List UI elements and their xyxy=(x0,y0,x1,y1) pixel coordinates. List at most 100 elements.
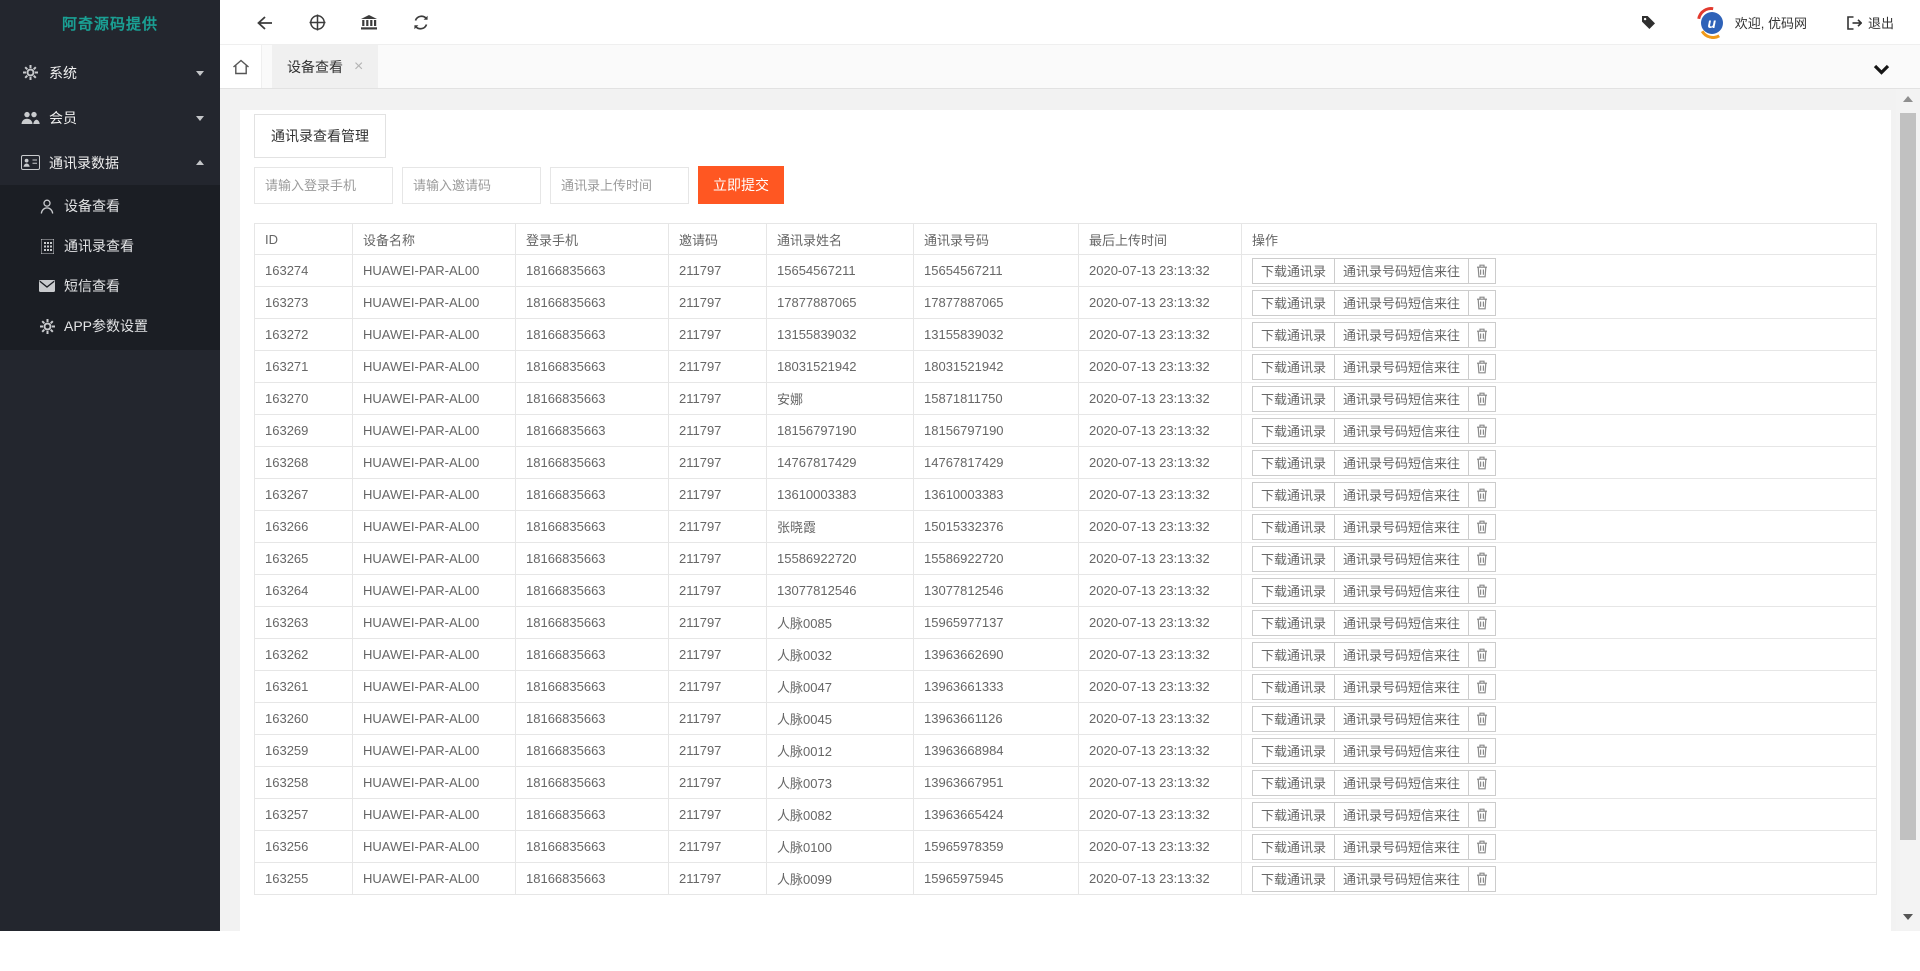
delete-row-button[interactable] xyxy=(1468,546,1496,572)
sms-history-button[interactable]: 通讯录号码短信来往 xyxy=(1334,802,1469,828)
tag-icon[interactable] xyxy=(1641,15,1656,30)
sms-history-button[interactable]: 通讯录号码短信来往 xyxy=(1334,578,1469,604)
logout-button[interactable]: 退出 xyxy=(1847,13,1894,32)
delete-row-button[interactable] xyxy=(1468,450,1496,476)
close-icon[interactable]: × xyxy=(354,59,363,75)
invite-code-input[interactable] xyxy=(402,167,541,204)
download-contacts-button[interactable]: 下载通讯录 xyxy=(1252,418,1335,444)
sidebar-item-device-view[interactable]: 设备查看 xyxy=(0,186,220,226)
sms-history-button[interactable]: 通讯录号码短信来往 xyxy=(1334,290,1469,316)
sms-history-button[interactable]: 通讯录号码短信来往 xyxy=(1334,738,1469,764)
download-contacts-button[interactable]: 下载通讯录 xyxy=(1252,514,1335,540)
scroll-up-arrow[interactable] xyxy=(1896,89,1920,109)
delete-row-button[interactable] xyxy=(1468,418,1496,444)
column-header: ID xyxy=(255,224,353,255)
delete-row-button[interactable] xyxy=(1468,610,1496,636)
download-contacts-button[interactable]: 下载通讯录 xyxy=(1252,450,1335,476)
bank-icon[interactable] xyxy=(343,0,395,45)
sidebar-item-contacts-view[interactable]: 通讯录查看 xyxy=(0,226,220,266)
cell-actions: 下载通讯录 通讯录号码短信来往 xyxy=(1242,735,1877,767)
download-contacts-button[interactable]: 下载通讯录 xyxy=(1252,706,1335,732)
delete-row-button[interactable] xyxy=(1468,834,1496,860)
download-contacts-button[interactable]: 下载通讯录 xyxy=(1252,482,1335,508)
download-contacts-button[interactable]: 下载通讯录 xyxy=(1252,770,1335,796)
cell-contact-number: 18156797190 xyxy=(914,415,1079,447)
sidebar-item-members[interactable]: 会员 xyxy=(0,95,220,140)
delete-row-button[interactable] xyxy=(1468,706,1496,732)
delete-row-button[interactable] xyxy=(1468,354,1496,380)
cell-invite-code: 211797 xyxy=(669,671,767,703)
tab-list-chevron-down-icon[interactable] xyxy=(1873,62,1890,80)
refresh-icon[interactable] xyxy=(395,0,447,45)
download-contacts-button[interactable]: 下载通讯录 xyxy=(1252,258,1335,284)
sms-history-button[interactable]: 通讯录号码短信来往 xyxy=(1334,418,1469,444)
download-contacts-button[interactable]: 下载通讯录 xyxy=(1252,642,1335,668)
sidebar-item-app-settings[interactable]: APP参数设置 xyxy=(0,306,220,346)
table-row: 163257 HUAWEI-PAR-AL00 18166835663 21179… xyxy=(255,799,1877,831)
submit-button[interactable]: 立即提交 xyxy=(698,166,784,204)
delete-row-button[interactable] xyxy=(1468,770,1496,796)
sms-history-button[interactable]: 通讯录号码短信来往 xyxy=(1334,834,1469,860)
download-contacts-button[interactable]: 下载通讯录 xyxy=(1252,322,1335,348)
cell-device-name: HUAWEI-PAR-AL00 xyxy=(353,287,516,319)
cell-invite-code: 211797 xyxy=(669,575,767,607)
delete-row-button[interactable] xyxy=(1468,578,1496,604)
delete-row-button[interactable] xyxy=(1468,290,1496,316)
delete-row-button[interactable] xyxy=(1468,258,1496,284)
delete-row-button[interactable] xyxy=(1468,482,1496,508)
back-icon[interactable] xyxy=(239,0,291,45)
cell-login-phone: 18166835663 xyxy=(516,671,669,703)
cell-id: 163270 xyxy=(255,383,353,415)
download-contacts-button[interactable]: 下载通讯录 xyxy=(1252,834,1335,860)
upload-time-input[interactable] xyxy=(550,167,689,204)
sidebar-item-contacts-data[interactable]: 通讯录数据 xyxy=(0,140,220,185)
sms-history-button[interactable]: 通讯录号码短信来往 xyxy=(1334,642,1469,668)
sms-history-button[interactable]: 通讯录号码短信来往 xyxy=(1334,866,1469,892)
download-contacts-button[interactable]: 下载通讯录 xyxy=(1252,354,1335,380)
sms-history-button[interactable]: 通讯录号码短信来往 xyxy=(1334,322,1469,348)
download-contacts-button[interactable]: 下载通讯录 xyxy=(1252,738,1335,764)
delete-row-button[interactable] xyxy=(1468,866,1496,892)
sms-history-button[interactable]: 通讯录号码短信来往 xyxy=(1334,482,1469,508)
sms-history-button[interactable]: 通讯录号码短信来往 xyxy=(1334,674,1469,700)
sms-history-button[interactable]: 通讯录号码短信来往 xyxy=(1334,546,1469,572)
login-phone-input[interactable] xyxy=(254,167,393,204)
sms-history-button[interactable]: 通讯录号码短信来往 xyxy=(1334,610,1469,636)
cell-device-name: HUAWEI-PAR-AL00 xyxy=(353,863,516,895)
tab-device-view[interactable]: 设备查看 × xyxy=(272,45,378,88)
download-contacts-button[interactable]: 下载通讯录 xyxy=(1252,386,1335,412)
globe-icon[interactable] xyxy=(291,0,343,45)
table-row: 163259 HUAWEI-PAR-AL00 18166835663 21179… xyxy=(255,735,1877,767)
download-contacts-button[interactable]: 下载通讯录 xyxy=(1252,674,1335,700)
download-contacts-button[interactable]: 下载通讯录 xyxy=(1252,610,1335,636)
delete-row-button[interactable] xyxy=(1468,386,1496,412)
delete-row-button[interactable] xyxy=(1468,514,1496,540)
sms-history-button[interactable]: 通讯录号码短信来往 xyxy=(1334,386,1469,412)
scroll-down-arrow[interactable] xyxy=(1896,907,1920,927)
delete-row-button[interactable] xyxy=(1468,738,1496,764)
sidebar-item-label: 系统 xyxy=(49,63,77,83)
scrollbar-thumb[interactable] xyxy=(1900,113,1916,840)
sms-history-button[interactable]: 通讯录号码短信来往 xyxy=(1334,450,1469,476)
download-contacts-button[interactable]: 下载通讯录 xyxy=(1252,578,1335,604)
download-contacts-button[interactable]: 下载通讯录 xyxy=(1252,546,1335,572)
cell-contact-name: 人脉0032 xyxy=(767,639,914,671)
sidebar-item-system[interactable]: 系统 xyxy=(0,50,220,95)
cell-actions: 下载通讯录 通讯录号码短信来往 xyxy=(1242,703,1877,735)
delete-row-button[interactable] xyxy=(1468,322,1496,348)
sidebar-item-sms-view[interactable]: 短信查看 xyxy=(0,266,220,306)
table-header-row: ID设备名称登录手机邀请码通讯录姓名通讯录号码最后上传时间操作 xyxy=(255,224,1877,255)
sms-history-button[interactable]: 通讯录号码短信来往 xyxy=(1334,514,1469,540)
sms-history-button[interactable]: 通讯录号码短信来往 xyxy=(1334,258,1469,284)
download-contacts-button[interactable]: 下载通讯录 xyxy=(1252,866,1335,892)
delete-row-button[interactable] xyxy=(1468,642,1496,668)
download-contacts-button[interactable]: 下载通讯录 xyxy=(1252,290,1335,316)
download-contacts-button[interactable]: 下载通讯录 xyxy=(1252,802,1335,828)
delete-row-button[interactable] xyxy=(1468,674,1496,700)
sms-history-button[interactable]: 通讯录号码短信来往 xyxy=(1334,354,1469,380)
vertical-scrollbar[interactable] xyxy=(1896,89,1920,931)
sms-history-button[interactable]: 通讯录号码短信来往 xyxy=(1334,770,1469,796)
home-tab-button[interactable] xyxy=(220,45,262,88)
delete-row-button[interactable] xyxy=(1468,802,1496,828)
sms-history-button[interactable]: 通讯录号码短信来往 xyxy=(1334,706,1469,732)
